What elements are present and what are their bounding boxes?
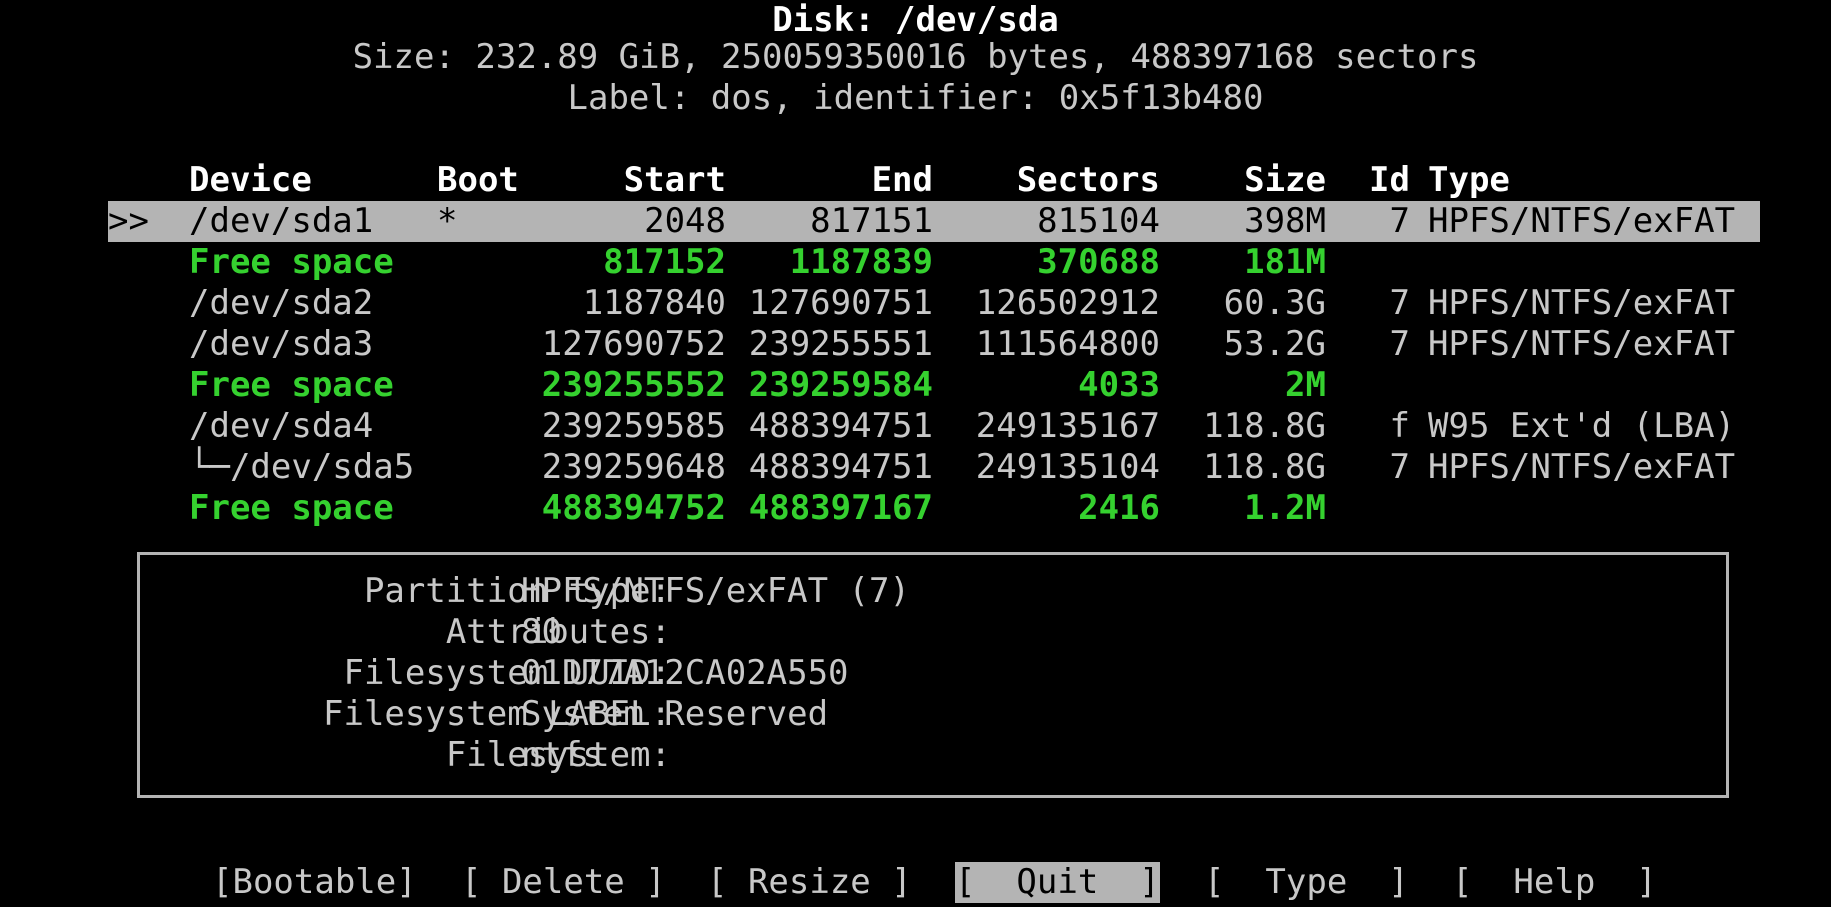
info-value: HPFS/NTFS/exFAT (7) xyxy=(521,571,910,611)
cell-id: 7 xyxy=(1389,283,1410,323)
cell-device: /dev/sda4 xyxy=(189,406,374,446)
info-line: Filesystem LABEL: System Reserved xyxy=(140,694,1726,735)
cell-id xyxy=(1360,488,1410,529)
cell-sectors: 2416 xyxy=(1078,488,1160,528)
cell-start: 1187840 xyxy=(582,283,726,323)
column-header-boot: Boot xyxy=(437,160,519,200)
cell-boot: * xyxy=(437,201,458,241)
column-header-size: Size xyxy=(1244,160,1326,200)
cell-size: 118.8G xyxy=(1203,406,1326,446)
partition-row[interactable]: /dev/sda4 239259585 488394751 249135167 118.… xyxy=(0,406,1831,447)
cell-sectors: 111564800 xyxy=(975,324,1160,364)
cell-end: 488397167 xyxy=(748,488,933,528)
cell-end: 1187839 xyxy=(789,242,933,282)
cell-type: W95 Ext'd (LBA) xyxy=(1428,406,1736,446)
column-header-sectors: Sectors xyxy=(1016,160,1160,200)
cell-start: 239259648 xyxy=(541,447,726,487)
cell-sectors: 249135167 xyxy=(975,406,1160,446)
disk-size-line: Size: 232.89 GiB, 250059350016 bytes, 48… xyxy=(352,37,1479,77)
cell-start: 488394752 xyxy=(541,488,726,528)
cell-type: HPFS/NTFS/exFAT xyxy=(1428,447,1736,487)
cell-type: HPFS/NTFS/exFAT xyxy=(1428,324,1736,364)
cell-size: 2M xyxy=(1285,365,1326,405)
cell-start: 817152 xyxy=(603,242,726,282)
column-header-type: Type xyxy=(1428,160,1510,200)
cell-sectors: 370688 xyxy=(1037,242,1160,282)
type-button[interactable]: [ Type ] xyxy=(1204,862,1409,903)
cell-device: Free space xyxy=(189,242,394,282)
partition-row[interactable]: >> /dev/sda1 * 2048 817151 815104 398M 7 HPFS/NT… xyxy=(0,201,1831,242)
info-value: 80 xyxy=(521,612,562,652)
cell-end: 127690751 xyxy=(748,283,933,323)
cell-end: 488394751 xyxy=(748,406,933,446)
delete-button[interactable]: [ Delete ] xyxy=(461,862,666,903)
resize-button[interactable]: [ Resize ] xyxy=(707,862,912,903)
disk-label-line: Label: dos, identifier: 0x5f13b480 xyxy=(567,78,1264,118)
cell-sectors: 4033 xyxy=(1078,365,1160,405)
info-line: Filesystem UUID: 01D77A12CA02A550 xyxy=(140,653,1726,694)
cell-size: 53.2G xyxy=(1223,324,1326,364)
cell-device: /dev/sda3 xyxy=(189,324,374,364)
cell-end: 817151 xyxy=(810,201,933,241)
free-space-row[interactable]: Free space 239255552 239259584 4033 2M xyxy=(0,365,1831,406)
selection-marker: >> xyxy=(108,201,149,241)
disk-title: Disk: /dev/sda xyxy=(772,0,1059,40)
cell-end: 239259584 xyxy=(748,365,933,405)
info-value: ntfs xyxy=(521,735,603,775)
bootable-button[interactable]: [Bootable] xyxy=(212,862,417,903)
table-header-row: Device Boot Start End Sectors Size Id Ty… xyxy=(0,160,1831,201)
partition-row[interactable]: /dev/sda3 127690752 239255551 111564800 53.2… xyxy=(0,324,1831,365)
info-value: 01D77A12CA02A550 xyxy=(521,653,849,693)
cell-size: 181M xyxy=(1244,242,1326,282)
cell-device: Free space xyxy=(189,488,394,528)
cell-id: 7 xyxy=(1389,324,1410,364)
cell-size: 60.3G xyxy=(1223,283,1326,323)
cell-end: 239255551 xyxy=(748,324,933,364)
cell-sectors: 249135104 xyxy=(975,447,1160,487)
cell-start: 2048 xyxy=(644,201,726,241)
column-header-end: End xyxy=(871,160,933,200)
cell-device: /dev/sda1 xyxy=(189,201,374,241)
quit-button[interactable]: [ Quit ] xyxy=(955,862,1160,903)
cell-start: 239259585 xyxy=(541,406,726,446)
cell-type: HPFS/NTFS/exFAT xyxy=(1428,283,1736,323)
help-button[interactable]: [ Help ] xyxy=(1452,862,1657,903)
cell-device: └─/dev/sda5 xyxy=(189,447,415,487)
cell-type: HPFS/NTFS/exFAT xyxy=(1428,201,1736,241)
cell-start: 127690752 xyxy=(541,324,726,364)
column-header-device: Device xyxy=(189,160,312,200)
cell-id xyxy=(1360,242,1410,283)
column-header-id: Id xyxy=(1369,160,1410,200)
cell-end: 488394751 xyxy=(748,447,933,487)
partition-row[interactable]: /dev/sda2 1187840 127690751 126502912 60.3G 7… xyxy=(0,283,1831,324)
info-line: Filesystem: ntfs xyxy=(140,735,1726,776)
cell-size: 1.2M xyxy=(1244,488,1326,528)
cell-start: 239255552 xyxy=(541,365,726,405)
cell-device: Free space xyxy=(189,365,394,405)
cell-device: /dev/sda2 xyxy=(189,283,374,323)
info-line: Attributes: 80 xyxy=(140,612,1726,653)
cell-id: 7 xyxy=(1389,201,1410,241)
free-space-row[interactable]: Free space 817152 1187839 370688 181M xyxy=(0,242,1831,283)
cell-id: f xyxy=(1389,406,1410,446)
cell-id: 7 xyxy=(1389,447,1410,487)
cell-id xyxy=(1360,365,1410,406)
cell-size: 398M xyxy=(1244,201,1326,241)
column-header-start: Start xyxy=(623,160,726,200)
cell-size: 118.8G xyxy=(1203,447,1326,487)
partition-row[interactable]: └─/dev/sda5 239259648 488394751 249135104 11… xyxy=(0,447,1831,488)
cell-sectors: 815104 xyxy=(1037,201,1160,241)
info-value: System Reserved xyxy=(521,694,829,734)
partition-info-box: Partition type: HPFS/NTFS/exFAT (7) Attrib… xyxy=(137,552,1729,798)
info-line: Partition type: HPFS/NTFS/exFAT (7) xyxy=(140,571,1726,612)
free-space-row[interactable]: Free space 488394752 488397167 2416 1.2M xyxy=(0,488,1831,529)
cell-sectors: 126502912 xyxy=(975,283,1160,323)
